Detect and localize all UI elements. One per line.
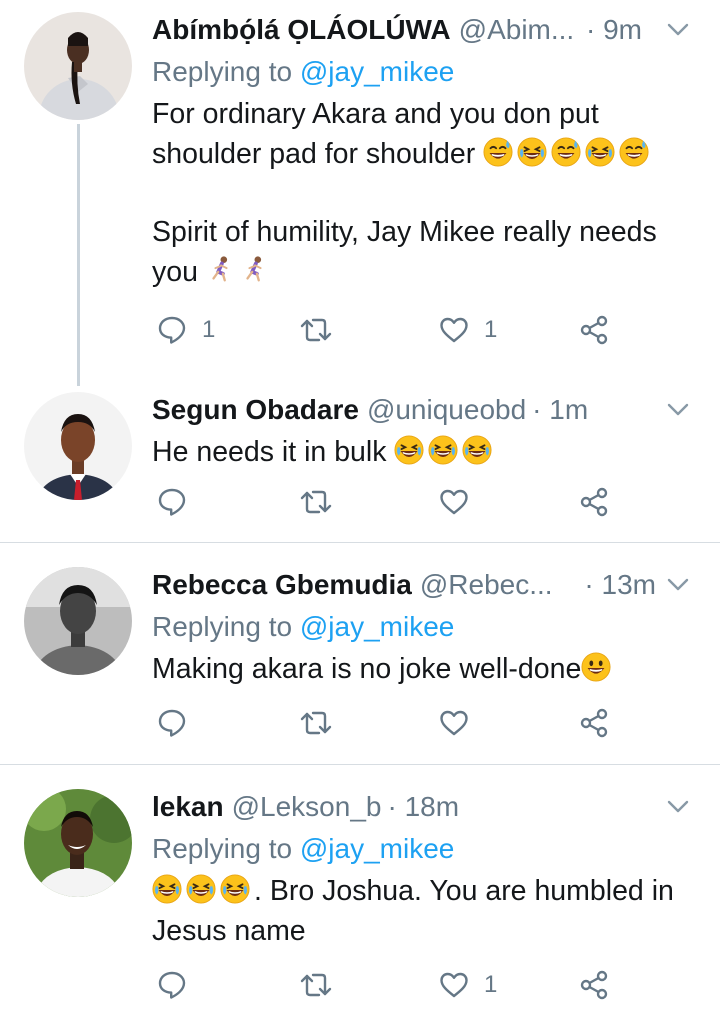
laughing-emoji	[619, 137, 649, 167]
mention-link[interactable]: @jay_mikee	[300, 56, 454, 87]
reply-button[interactable]	[156, 703, 188, 743]
reply-icon	[156, 969, 188, 1001]
reply-icon	[156, 314, 188, 346]
retweet-icon	[298, 314, 334, 346]
like-count: 1	[484, 316, 498, 343]
reply-button[interactable]: 1	[156, 310, 215, 350]
retweet-button[interactable]	[298, 482, 334, 522]
share-icon	[578, 314, 610, 346]
tweet-actions: 1	[152, 965, 632, 1005]
tweet-text: Making akara is no joke well-done	[152, 649, 698, 689]
share-icon	[578, 969, 610, 1001]
laughing-emoji	[462, 435, 492, 465]
reply-button[interactable]	[156, 482, 188, 522]
chevron-down-icon[interactable]	[664, 571, 692, 599]
thread-line	[77, 124, 80, 386]
like-icon	[438, 707, 470, 739]
retweet-button[interactable]	[298, 703, 334, 743]
user-handle[interactable]: @uniqueobd	[367, 394, 526, 426]
like-button[interactable]: 1	[438, 310, 497, 350]
replying-label: Replying to	[152, 611, 300, 642]
retweet-icon	[298, 969, 334, 1001]
avatar[interactable]	[24, 12, 132, 120]
mention-link[interactable]: @jay_mikee	[300, 611, 454, 642]
retweet-button[interactable]	[298, 310, 334, 350]
like-button[interactable]: 1	[438, 965, 497, 1005]
tweet[interactable]: Rebecca Gbemudia @Rebec... · 13m Replyin…	[0, 543, 720, 764]
laughing-emoji	[428, 435, 458, 465]
like-icon	[438, 314, 470, 346]
running-emoji	[206, 255, 236, 285]
tweet-text: . Bro Joshua. You are humbled in Jesus n…	[152, 871, 688, 951]
tweet[interactable]: Abímbọ́lá ỌLÁOLÚWA @Abim... · 9m Replyin…	[0, 0, 720, 388]
user-handle[interactable]: @Abim...	[459, 14, 575, 46]
like-button[interactable]	[438, 703, 470, 743]
replying-label: Replying to	[152, 56, 300, 87]
chevron-down-icon[interactable]	[664, 396, 692, 424]
tweet-actions	[152, 703, 632, 743]
retweet-icon	[298, 707, 334, 739]
timestamp: · 18m	[387, 791, 460, 822]
tweet[interactable]: Segun Obadare @uniqueobd · 1m He needs i…	[0, 388, 720, 542]
replying-to: Replying to @jay_mikee	[152, 54, 698, 90]
laughing-emoji	[220, 874, 250, 904]
chevron-down-icon[interactable]	[664, 16, 692, 44]
laughing-emoji	[186, 874, 216, 904]
like-count: 1	[484, 971, 498, 998]
grinning-emoji	[581, 652, 611, 682]
tweet-text: Spirit of humility, Jay Mikee really nee…	[152, 212, 688, 292]
tweet-text: He needs it in bulk	[152, 432, 698, 472]
laughing-emoji	[152, 874, 182, 904]
timestamp: · 13m	[584, 569, 656, 600]
retweet-button[interactable]	[298, 965, 334, 1005]
share-button[interactable]	[578, 703, 610, 743]
tweet-text: For ordinary Akara and you don put shoul…	[152, 94, 688, 174]
display-name[interactable]: Rebecca Gbemudia	[152, 569, 412, 601]
reply-button[interactable]	[156, 965, 188, 1005]
tweet-actions	[152, 482, 632, 522]
avatar[interactable]	[24, 789, 132, 897]
like-icon	[438, 969, 470, 1001]
laughing-emoji	[585, 137, 615, 167]
reply-count: 1	[202, 316, 216, 343]
retweet-icon	[298, 486, 334, 518]
avatar[interactable]	[24, 567, 132, 675]
display-name[interactable]: lekan	[152, 791, 224, 823]
replying-to: Replying to @jay_mikee	[152, 609, 698, 645]
like-button[interactable]	[438, 482, 470, 522]
display-name[interactable]: Abímbọ́lá ỌLÁOLÚWA	[152, 14, 451, 46]
tweet-text-line: Making akara is no joke well-done	[152, 653, 582, 685]
tweet[interactable]: lekan @Lekson_b · 18m Replying to @jay_m…	[0, 765, 720, 1009]
display-name[interactable]: Segun Obadare	[152, 394, 359, 426]
laughing-emoji	[551, 137, 581, 167]
reply-icon	[156, 486, 188, 518]
chevron-down-icon[interactable]	[664, 793, 692, 821]
share-icon	[578, 486, 610, 518]
like-icon	[438, 486, 470, 518]
share-icon	[578, 707, 610, 739]
user-handle[interactable]: @Rebec...	[420, 569, 553, 601]
share-button[interactable]	[578, 965, 610, 1005]
share-button[interactable]	[578, 482, 610, 522]
avatar[interactable]	[24, 392, 132, 500]
timestamp: · 9m	[586, 14, 642, 45]
share-button[interactable]	[578, 310, 610, 350]
replying-to: Replying to @jay_mikee	[152, 831, 698, 867]
laughing-emoji	[517, 137, 547, 167]
tweet-actions: 1 1	[152, 310, 632, 350]
laughing-emoji	[483, 137, 513, 167]
user-handle[interactable]: @Lekson_b	[232, 791, 382, 823]
timestamp: · 1m	[532, 394, 589, 425]
laughing-emoji	[394, 435, 424, 465]
running-emoji	[240, 255, 270, 285]
replying-label: Replying to	[152, 833, 300, 864]
mention-link[interactable]: @jay_mikee	[300, 833, 454, 864]
tweet-text-line: He needs it in bulk	[152, 436, 387, 468]
reply-icon	[156, 707, 188, 739]
